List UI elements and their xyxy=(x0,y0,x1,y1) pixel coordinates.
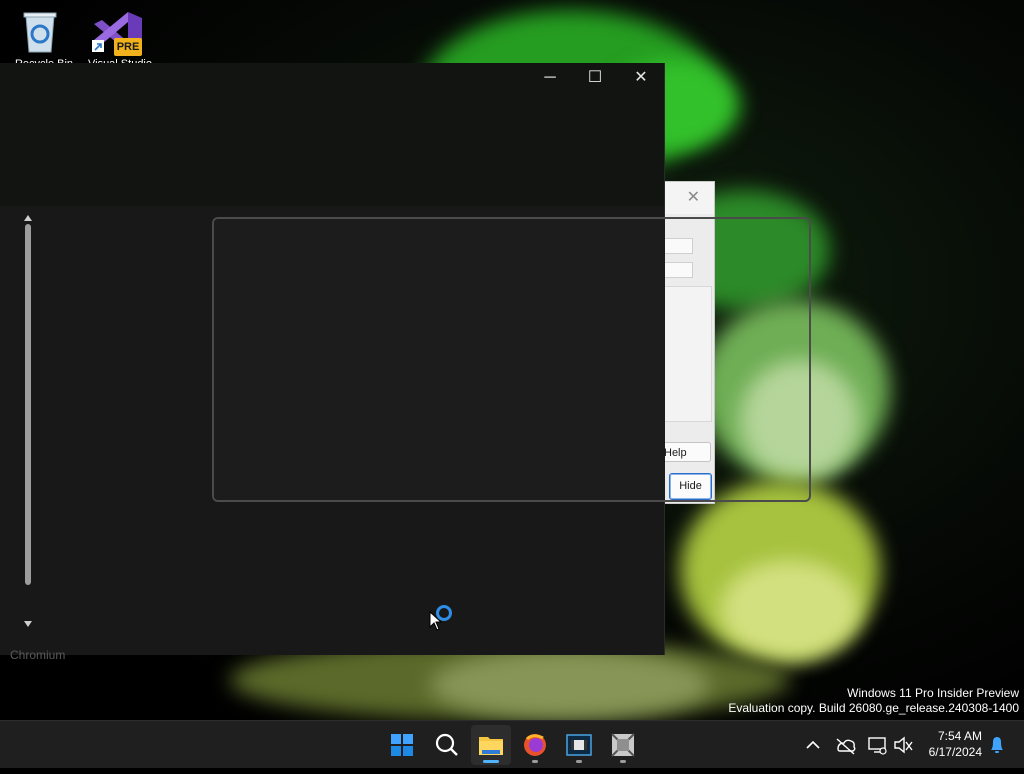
running-indicator xyxy=(620,760,626,763)
search-icon xyxy=(435,733,458,756)
notification-button[interactable] xyxy=(986,721,1008,769)
taskbar-clock[interactable]: 7:54 AM 6/17/2024 xyxy=(929,728,982,760)
vertical-scrollbar[interactable] xyxy=(24,215,32,655)
start-icon xyxy=(391,734,413,756)
floating-frame xyxy=(212,217,811,502)
taskbar-app-file-explorer[interactable] xyxy=(471,725,511,765)
scroll-up-arrow-icon[interactable] xyxy=(24,215,32,221)
running-indicator xyxy=(532,760,538,763)
minimize-button[interactable]: ─ xyxy=(527,63,573,93)
start-button[interactable] xyxy=(382,725,422,765)
watermark-line-1: Windows 11 Pro Insider Preview xyxy=(847,686,1019,700)
recycle-bin-icon xyxy=(23,12,57,53)
taskbar-app-video-editor[interactable] xyxy=(559,725,599,765)
dialog-close-icon[interactable]: ✕ xyxy=(687,187,700,207)
taskbar-app-generic[interactable] xyxy=(603,725,643,765)
shortcut-arrow-icon xyxy=(92,40,104,52)
search-button[interactable] xyxy=(427,725,467,765)
scroll-thumb[interactable] xyxy=(25,224,31,585)
maximize-button[interactable]: ☐ xyxy=(572,63,618,93)
network-disconnected-icon xyxy=(868,737,887,755)
cloud-offline-icon xyxy=(836,738,856,755)
clock-date: 6/17/2024 xyxy=(928,745,982,759)
busy-spinner-icon xyxy=(436,605,452,621)
close-button[interactable]: ✕ xyxy=(618,63,664,93)
notification-bell-icon xyxy=(991,737,1003,753)
tray-overflow-button[interactable] xyxy=(803,721,823,769)
active-indicator xyxy=(483,760,499,763)
chevron-up-icon xyxy=(806,740,820,749)
running-indicator xyxy=(576,760,582,763)
tray-network[interactable] xyxy=(865,721,889,769)
main-window-titlebar: ─ ☐ ✕ xyxy=(0,63,664,206)
clock-time: 7:54 AM xyxy=(937,729,982,743)
video-editor-icon xyxy=(566,734,592,756)
tray-onedrive[interactable] xyxy=(833,721,857,769)
generic-app-icon xyxy=(611,733,635,757)
watermark-line-2: Evaluation copy. Build 26080.ge_release.… xyxy=(728,701,1019,715)
frame-content-area xyxy=(214,219,665,500)
taskbar: 7:54 AM 6/17/2024 xyxy=(0,720,1024,768)
firefox-icon xyxy=(524,734,546,756)
desktop-icon-label-chromium: Chromium xyxy=(10,648,66,662)
tray-volume[interactable] xyxy=(891,721,915,769)
windows-watermark: Windows 11 Pro Insider Preview Evaluatio… xyxy=(728,686,1019,716)
scroll-down-arrow-icon[interactable] xyxy=(24,621,32,627)
taskbar-app-firefox[interactable] xyxy=(515,725,555,765)
file-explorer-icon xyxy=(479,737,503,755)
pre-badge: PRE xyxy=(114,38,142,56)
volume-muted-icon xyxy=(894,736,913,754)
